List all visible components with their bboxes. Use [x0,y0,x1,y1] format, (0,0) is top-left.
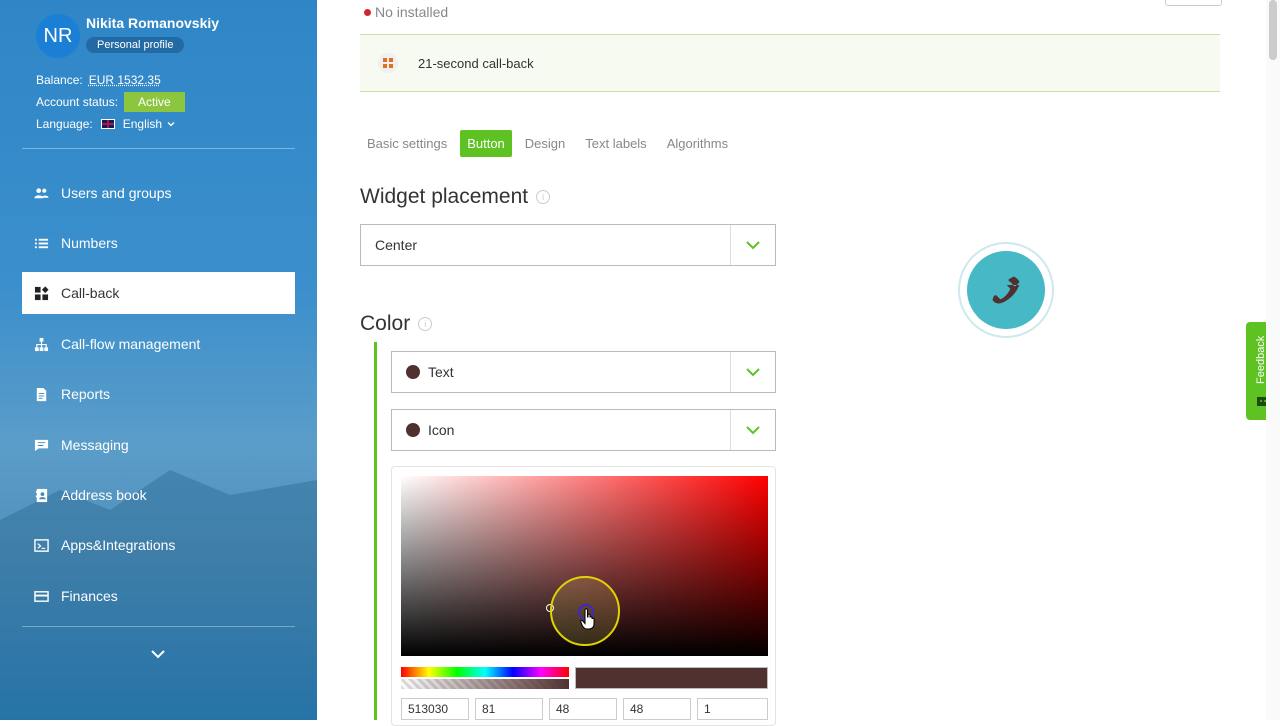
color-preview [575,667,768,689]
message-icon [34,438,49,453]
blue-input[interactable]: 48 [623,698,691,720]
callback-button[interactable] [967,251,1045,329]
document-icon [34,387,49,402]
chevron-down-icon[interactable] [730,410,775,450]
color-section-accent-bar [374,342,377,720]
select-value: Icon [428,422,455,438]
chevron-down-icon[interactable] [166,119,176,129]
users-icon [34,186,49,201]
sidebar-divider [22,626,295,627]
sitemap-icon [34,337,49,352]
sidebar: NR Nikita Romanovskiy Personal profile B… [0,0,317,720]
sidebar-item-label: Call-back [61,285,120,301]
sidebar-item-call-back[interactable]: Call-back [22,272,295,314]
sidebar-item-messaging[interactable]: Messaging [22,424,295,466]
hex-input[interactable]: 513030 [401,698,469,720]
tab-button[interactable]: Button [460,129,512,157]
red-input[interactable]: 81 [475,698,543,720]
language-row: Language: English [36,117,176,131]
select-value: Center [375,237,418,253]
widget-placement-select[interactable]: Center [360,224,776,266]
language-label: Language: [36,117,93,131]
user-name[interactable]: Nikita Romanovskiy [86,15,219,31]
sidebar-item-apps-integrations[interactable]: Apps&Integrations [22,524,295,566]
widget-name: 21-second call-back [418,56,534,71]
terminal-icon [34,538,49,553]
sidebar-item-label: Reports [61,386,111,402]
sidebar-item-finances[interactable]: Finances [22,575,295,617]
hand-cursor-icon [580,608,595,630]
alpha-slider[interactable] [401,679,569,689]
sidebar-item-reports[interactable]: Reports [22,373,295,415]
status-dot-icon [364,8,371,16]
section-title-text: Widget placement [360,185,529,208]
tab-algorithms[interactable]: Algorithms [660,130,735,157]
sidebar-item-label: Address book [61,487,147,503]
sidebar-divider [22,148,295,149]
top-action-button[interactable] [1165,0,1222,6]
settings-tabs: Basic settings Button Design Text labels… [360,129,741,157]
address-book-icon [34,488,49,503]
install-status: No installed [364,4,448,20]
phone-icon [992,276,1020,304]
section-title-text: Color [360,312,411,335]
sidebar-item-users-and-groups[interactable]: Users and groups [22,172,295,214]
personal-profile-link[interactable]: Personal profile [86,37,185,53]
sidebar-item-label: Apps&Integrations [61,537,176,553]
sidebar-item-label: Call-flow management [61,336,201,352]
sidebar-item-address-book[interactable]: Address book [22,474,295,516]
color-swatch [406,423,420,437]
balance-row: Balance: EUR 1532.35 [36,73,161,87]
select-value: Text [428,364,454,380]
page-scrollbar[interactable] [1266,0,1280,720]
alpha-input[interactable]: 1 [697,698,768,720]
text-color-select[interactable]: Text [391,351,776,393]
green-input[interactable]: 48 [549,698,617,720]
sidebar-item-label: Users and groups [61,185,172,201]
expand-chevron-icon[interactable] [150,646,166,662]
info-icon[interactable]: i [418,317,433,331]
card-icon [34,589,49,604]
sidebar-item-call-flow-management[interactable]: Call-flow management [22,323,295,365]
hue-slider[interactable] [401,667,569,677]
sidebar-item-label: Finances [61,588,118,604]
widgets-icon [34,285,49,301]
info-icon[interactable]: i [536,190,551,204]
sidebar-item-label: Messaging [61,437,129,453]
widgets-icon [378,53,398,73]
tab-text-labels[interactable]: Text labels [578,130,653,157]
widget-placement-title: Widget placement i [360,185,551,209]
color-title: Color i [360,312,433,336]
icon-color-select[interactable]: Icon [391,409,776,451]
account-status-label: Account status: [36,95,119,109]
chevron-down-icon[interactable] [730,352,775,392]
sidebar-item-numbers[interactable]: Numbers [22,222,295,264]
account-status-row: Account status: Active [36,92,185,112]
balance-value[interactable]: EUR 1532.35 [89,73,161,87]
status-badge: Active [124,92,185,112]
avatar-initials: NR [43,24,73,47]
tab-basic-settings[interactable]: Basic settings [360,130,454,157]
chevron-down-icon[interactable] [730,225,775,265]
tab-design[interactable]: Design [518,130,572,157]
callback-widget-preview[interactable] [958,242,1054,338]
widget-banner[interactable]: 21-second call-back [360,34,1220,92]
sidebar-item-label: Numbers [61,235,118,251]
install-status-text: No installed [375,4,449,20]
avatar[interactable]: NR [36,14,80,58]
language-selector[interactable]: English [123,117,162,131]
balance-label: Balance: [36,73,83,87]
uk-flag-icon [100,119,115,129]
list-icon [34,236,49,251]
color-swatch [406,365,420,379]
scrollbar-thumb[interactable] [1269,0,1277,60]
